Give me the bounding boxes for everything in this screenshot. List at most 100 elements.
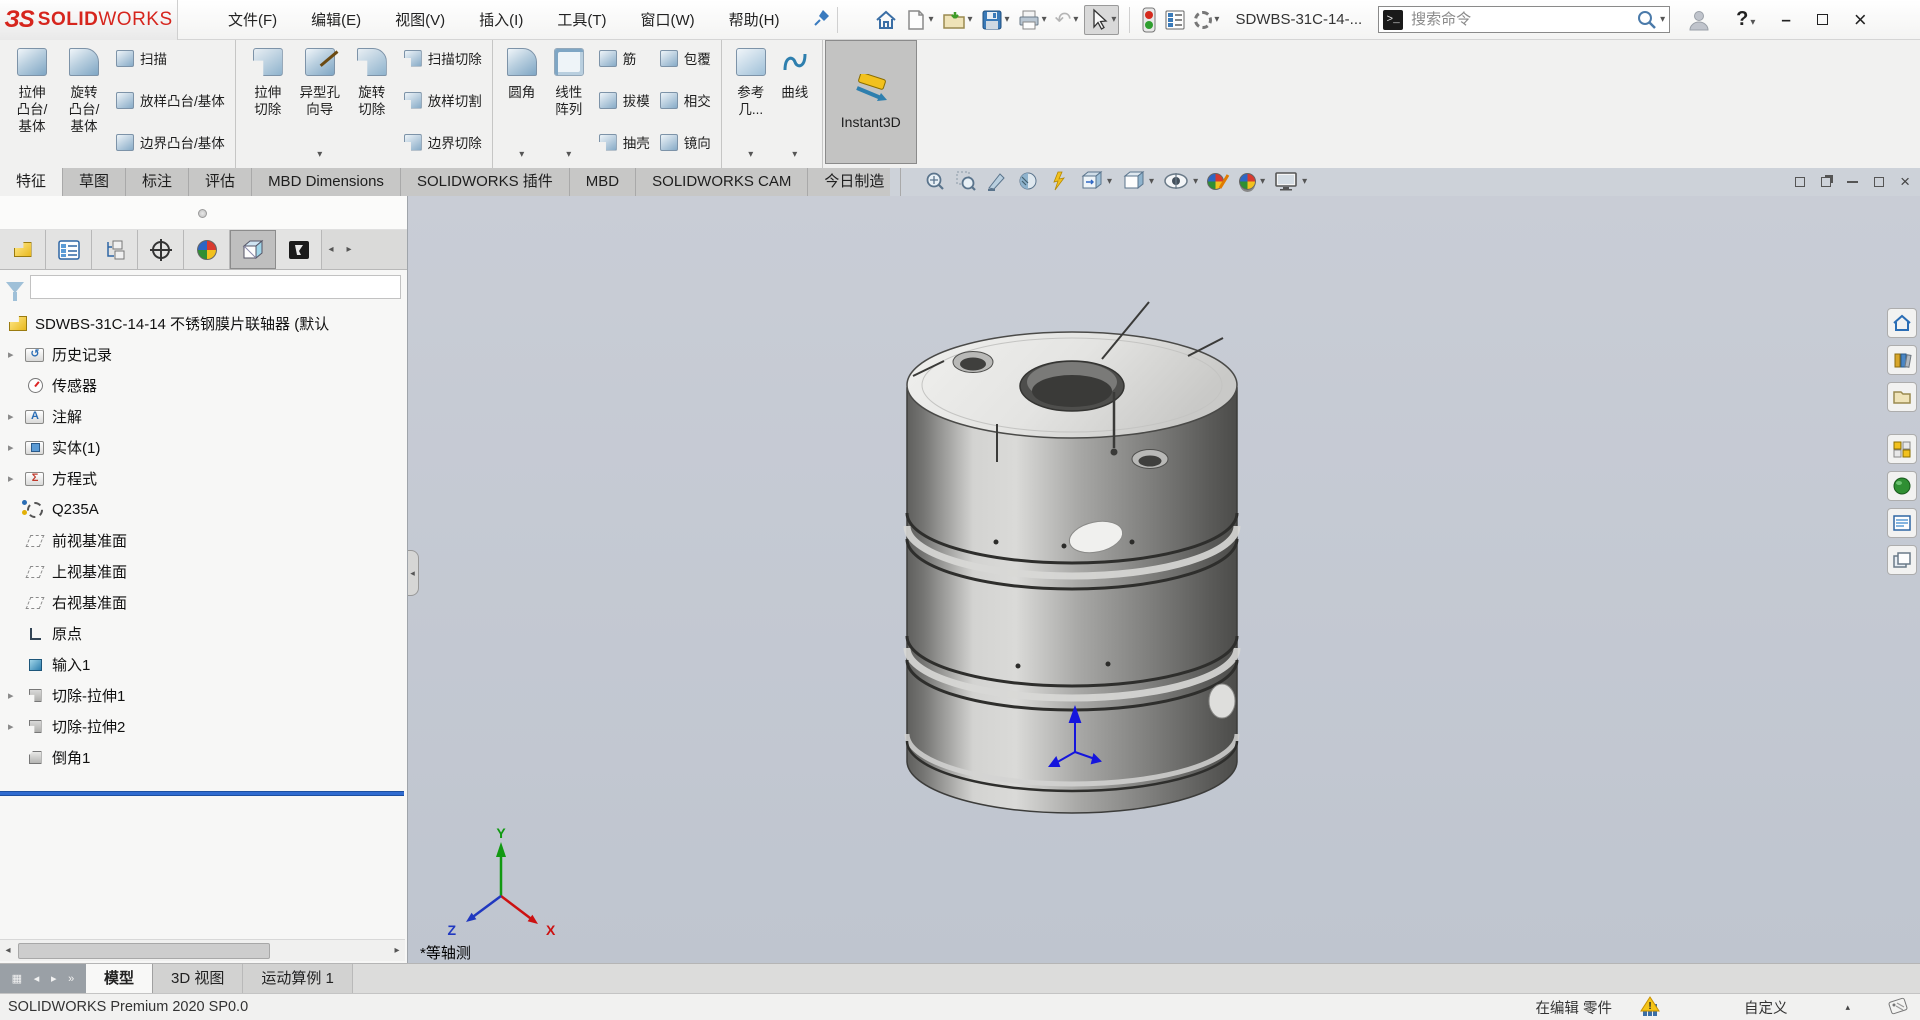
section-cut-icon[interactable] [1017,170,1039,192]
appearances-icon[interactable] [1887,471,1917,501]
open-file-button[interactable]: ▾ [940,5,975,35]
open-file-dropdown-icon[interactable]: ▾ [968,14,973,25]
view-settings-dropdown-icon[interactable]: ▾ [1302,176,1307,187]
tab-3d-views[interactable]: 3D 视图 [153,964,243,993]
custom-properties-icon[interactable] [1887,508,1917,538]
panel-tabs-scroll-right[interactable]: ▸ [340,230,358,269]
tree-root[interactable]: SDWBS-31C-14-14 不锈钢膜片联轴器 (默认 [0,308,407,339]
tab-sketch[interactable]: 草图 [63,168,126,196]
rebuild-button[interactable] [1140,5,1158,35]
tree-item-equations[interactable]: ▸ Σ 方程式 [0,463,407,494]
expand-arrow-icon[interactable]: ▸ [8,348,25,361]
tree-item-imported1[interactable]: 输入1 [0,649,407,680]
display-style-dropdown-icon[interactable]: ▾ [1149,176,1154,187]
intersect-button[interactable]: 相交 [660,90,711,110]
tree-item-origin[interactable]: 原点 [0,618,407,649]
draft-button[interactable]: 拔模 [599,90,650,110]
rollback-bar[interactable] [0,791,404,796]
view-orientation-icon[interactable]: ▾ [1079,170,1112,192]
panel-horizontal-scrollbar[interactable]: ◂ ▸ [0,939,405,961]
expand-arrow-icon[interactable]: ▸ [8,472,25,485]
search-input[interactable] [1411,11,1636,28]
new-file-button[interactable]: ▾ [904,5,935,35]
menu-file[interactable]: 文件(F) [228,9,277,30]
linear-pattern-dropdown-icon[interactable]: ▾ [566,149,571,160]
menu-help[interactable]: 帮助(H) [729,9,780,30]
fillet-button[interactable]: 圆角 ▾ [499,42,545,164]
print-button[interactable]: ▾ [1016,5,1049,35]
expand-arrow-icon[interactable]: ▸ [8,720,25,733]
view-settings-icon[interactable]: ▾ [1274,170,1307,192]
menu-insert[interactable]: 插入(I) [479,9,523,30]
scroll-right-icon[interactable]: ▸ [389,945,405,956]
menu-tools[interactable]: 工具(T) [557,9,606,30]
statusbar-expand-icon[interactable]: ▴ [1845,1002,1850,1013]
swept-cut-button[interactable]: 扫描切除 [404,48,482,68]
hole-wizard-dropdown-icon[interactable]: ▾ [317,149,322,160]
scroll-left-icon[interactable]: ◂ [0,945,16,956]
search-icon[interactable] [1636,9,1658,31]
tree-item-solid-bodies[interactable]: ▸ 实体(1) [0,432,407,463]
doc-minimize-icon[interactable] [1847,181,1858,183]
select-button[interactable]: ▾ [1084,5,1119,35]
displaymanager-cube-tab[interactable] [230,230,276,269]
help-dropdown-icon[interactable]: ▾ [1750,17,1755,28]
user-account-icon[interactable] [1688,9,1710,31]
doc-pane2-icon[interactable] [1821,177,1831,187]
tab-evaluate[interactable]: 评估 [189,168,252,196]
section-view-icon[interactable] [986,170,1008,192]
tab-markup[interactable]: 标注 [126,168,189,196]
apply-scene-dropdown-icon[interactable]: ▾ [1260,176,1265,187]
curves-dropdown-icon[interactable]: ▾ [792,149,797,160]
minimize-button[interactable]: – [1781,10,1790,30]
panel-tabs-scroll-left[interactable]: ◂ [322,230,340,269]
hide-show-dropdown-icon[interactable]: ▾ [1193,176,1198,187]
home-icon[interactable] [1887,308,1917,338]
expand-arrow-icon[interactable]: ▸ [8,441,25,454]
doc-close-icon[interactable]: × [1900,172,1910,192]
zoom-to-fit-icon[interactable] [924,170,946,192]
doc-pane-icon[interactable] [1795,177,1805,187]
tree-item-history[interactable]: ▸ ↺ 历史记录 [0,339,407,370]
expand-arrow-icon[interactable]: ▸ [8,689,25,702]
reference-geometry-dropdown-icon[interactable]: ▾ [748,149,753,160]
propertymanager-tab[interactable] [46,230,92,269]
pane-windows-icon[interactable] [1887,545,1917,575]
tab-solidworks-addins[interactable]: SOLIDWORKS 插件 [401,168,570,196]
tab-today-manufacturing[interactable]: 今日制造 [808,168,901,196]
help-button[interactable]: ?▾ [1736,8,1755,31]
panel-splitter-knob[interactable] [198,209,207,218]
nav-last-icon[interactable]: » [68,973,74,985]
tree-item-front-plane[interactable]: 前视基准面 [0,525,407,556]
splitter-icon[interactable]: ▦ [12,972,22,985]
menu-edit[interactable]: 编辑(E) [311,9,361,30]
options-dropdown-icon[interactable]: ▾ [1214,14,1219,25]
linear-pattern-button[interactable]: 线性阵列 ▾ [545,42,593,164]
hole-wizard-button[interactable]: 异型孔向导 ▾ [294,42,346,164]
edit-appearance-icon[interactable] [1207,172,1230,190]
close-button[interactable]: × [1854,7,1867,33]
menu-view[interactable]: 视图(V) [395,9,445,30]
undo-button[interactable]: ↶▾ [1053,5,1081,35]
swept-boss-button[interactable]: 扫描 [116,48,225,68]
tab-motion-study1[interactable]: 运动算例 1 [243,964,353,993]
design-library-icon[interactable] [1887,345,1917,375]
appearance-spray-icon[interactable] [1048,170,1070,192]
revolved-boss-base-button[interactable]: 旋转凸台/基体 [58,42,110,164]
graphics-viewport[interactable]: Y X Z *等轴测 ◂ [408,196,1920,963]
print-dropdown-icon[interactable]: ▾ [1042,14,1047,25]
tree-item-chamfer1[interactable]: 倒角1 [0,742,407,773]
expand-arrow-icon[interactable]: ▸ [8,410,25,423]
nav-right-icon[interactable]: ▸ [51,972,57,985]
tree-item-top-plane[interactable]: 上视基准面 [0,556,407,587]
nav-left-icon[interactable]: ◂ [34,972,40,985]
tab-model[interactable]: 模型 [86,964,153,993]
wrap-button[interactable]: 包覆 [660,48,711,68]
tab-features[interactable]: 特征 [0,168,63,196]
lofted-cut-button[interactable]: 放样切割 [404,90,482,110]
tree-item-cut-extrude2[interactable]: ▸ 切除-拉伸2 [0,711,407,742]
options-button[interactable]: ▾ [1192,5,1221,35]
search-dropdown-icon[interactable]: ▾ [1660,14,1665,25]
extruded-cut-button[interactable]: 拉伸切除 [242,42,294,164]
hide-show-items-icon[interactable]: ▾ [1163,170,1198,192]
